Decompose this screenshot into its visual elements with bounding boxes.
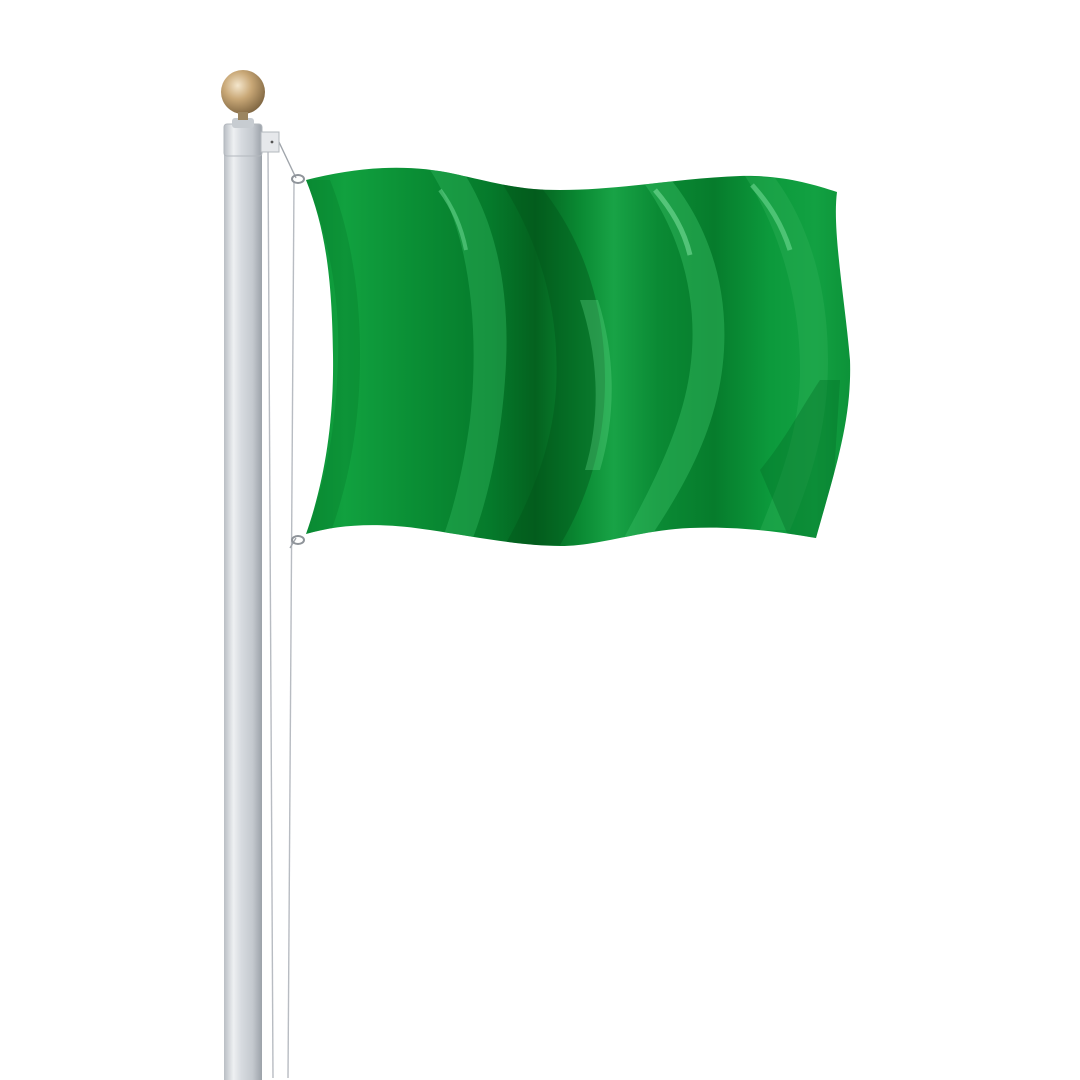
pole-truck bbox=[260, 131, 280, 153]
finial-ball bbox=[221, 70, 265, 114]
green-flag bbox=[306, 167, 851, 546]
halyard-rope bbox=[267, 139, 297, 1079]
flagpole bbox=[224, 128, 262, 1080]
flag-illustration bbox=[221, 70, 851, 1080]
flag-clip-bottom bbox=[291, 535, 305, 545]
flagpole-scene bbox=[0, 0, 1080, 1080]
pole-collar bbox=[223, 123, 263, 157]
flag-clip-top bbox=[291, 174, 305, 184]
